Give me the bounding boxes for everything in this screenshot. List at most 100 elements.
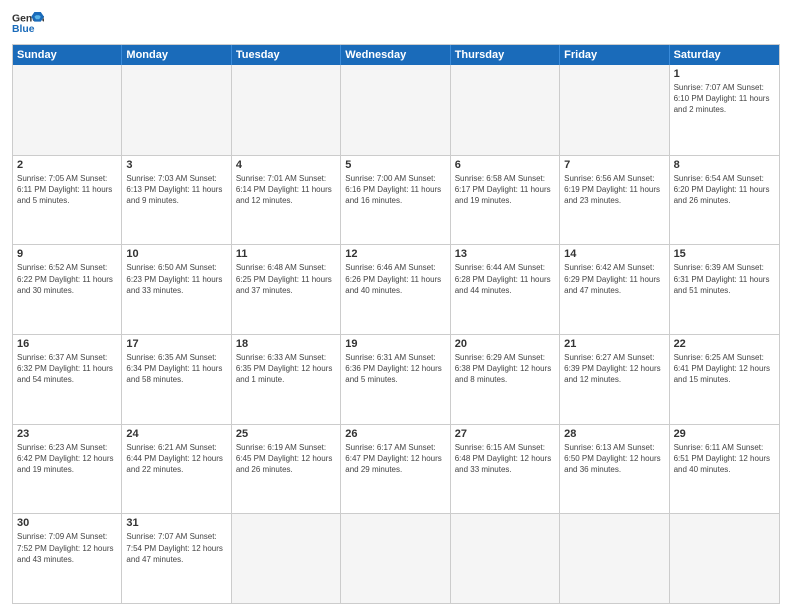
day-number: 16 (17, 338, 117, 350)
day-cell-empty-0-2 (232, 65, 341, 155)
day-cell-26: 26Sunrise: 6:17 AM Sunset: 6:47 PM Dayli… (341, 425, 450, 514)
day-cell-16: 16Sunrise: 6:37 AM Sunset: 6:32 PM Dayli… (13, 335, 122, 424)
day-cell-empty-0-5 (560, 65, 669, 155)
calendar-header: SundayMondayTuesdayWednesdayThursdayFrid… (13, 45, 779, 65)
day-cell-empty-0-1 (122, 65, 231, 155)
day-cell-6: 6 Sunrise: 6:58 AM Sunset: 6:17 PM Daylig… (451, 156, 560, 245)
day-number: 18 (236, 338, 336, 350)
day-cell-2: 2Sunrise: 7:05 AM Sunset: 6:11 PM Daylig… (13, 156, 122, 245)
day-info: Sunrise: 6:52 AM Sunset: 6:22 PM Dayligh… (17, 262, 117, 296)
day-info: Sunrise: 6:42 AM Sunset: 6:29 PM Dayligh… (564, 262, 664, 296)
day-info: Sunrise: 6:46 AM Sunset: 6:26 PM Dayligh… (345, 262, 445, 296)
day-info: Sunrise: 7:03 AM Sunset: 6:13 PM Dayligh… (126, 173, 226, 207)
day-cell-25: 25Sunrise: 6:19 AM Sunset: 6:45 PM Dayli… (232, 425, 341, 514)
day-number: 23 (17, 428, 117, 440)
day-info: Sunrise: 6:35 AM Sunset: 6:34 PM Dayligh… (126, 352, 226, 386)
day-cell-5: 5 Sunrise: 7:00 AM Sunset: 6:16 PM Daylig… (341, 156, 450, 245)
day-info: Sunrise: 7:09 AM Sunset: 7:52 PM Dayligh… (17, 531, 117, 565)
day-info: Sunrise: 6:11 AM Sunset: 6:51 PM Dayligh… (674, 442, 775, 476)
day-info: Sunrise: 6:31 AM Sunset: 6:36 PM Dayligh… (345, 352, 445, 386)
day-cell-19: 19 Sunrise: 6:31 AM Sunset: 6:36 PM Dayli… (341, 335, 450, 424)
day-number: 14 (564, 248, 664, 260)
day-info: Sunrise: 6:48 AM Sunset: 6:25 PM Dayligh… (236, 262, 336, 296)
day-number: 11 (236, 248, 336, 260)
day-cell-11: 11 Sunrise: 6:48 AM Sunset: 6:25 PM Dayli… (232, 245, 341, 334)
day-cell-15: 15Sunrise: 6:39 AM Sunset: 6:31 PM Dayli… (670, 245, 779, 334)
day-info: Sunrise: 6:56 AM Sunset: 6:19 PM Dayligh… (564, 173, 664, 207)
day-cell-empty-5-6 (670, 514, 779, 603)
day-cell-9: 9 Sunrise: 6:52 AM Sunset: 6:22 PM Daylig… (13, 245, 122, 334)
day-header-saturday: Saturday (670, 45, 779, 65)
day-info: Sunrise: 6:33 AM Sunset: 6:35 PM Dayligh… (236, 352, 336, 386)
day-header-friday: Friday (560, 45, 669, 65)
day-number: 24 (126, 428, 226, 440)
day-cell-10: 10Sunrise: 6:50 AM Sunset: 6:23 PM Dayli… (122, 245, 231, 334)
calendar-body: 1Sunrise: 7:07 AM Sunset: 6:10 PM Daylig… (13, 65, 779, 603)
day-cell-21: 21 Sunrise: 6:27 AM Sunset: 6:39 PM Dayli… (560, 335, 669, 424)
day-cell-29: 29 Sunrise: 6:11 AM Sunset: 6:51 PM Dayli… (670, 425, 779, 514)
day-number: 3 (126, 159, 226, 171)
day-info: Sunrise: 7:05 AM Sunset: 6:11 PM Dayligh… (17, 173, 117, 207)
week-row-1: 2Sunrise: 7:05 AM Sunset: 6:11 PM Daylig… (13, 155, 779, 245)
calendar: SundayMondayTuesdayWednesdayThursdayFrid… (12, 44, 780, 604)
day-number: 6 (455, 159, 555, 171)
day-number: 27 (455, 428, 555, 440)
day-cell-empty-0-4 (451, 65, 560, 155)
day-number: 13 (455, 248, 555, 260)
day-cell-empty-5-2 (232, 514, 341, 603)
day-cell-30: 30Sunrise: 7:09 AM Sunset: 7:52 PM Dayli… (13, 514, 122, 603)
day-info: Sunrise: 7:07 AM Sunset: 6:10 PM Dayligh… (674, 82, 775, 116)
day-info: Sunrise: 7:00 AM Sunset: 6:16 PM Dayligh… (345, 173, 445, 207)
day-header-thursday: Thursday (451, 45, 560, 65)
day-cell-empty-0-0 (13, 65, 122, 155)
day-number: 8 (674, 159, 775, 171)
day-info: Sunrise: 6:13 AM Sunset: 6:50 PM Dayligh… (564, 442, 664, 476)
day-info: Sunrise: 6:29 AM Sunset: 6:38 PM Dayligh… (455, 352, 555, 386)
day-cell-27: 27 Sunrise: 6:15 AM Sunset: 6:48 PM Dayli… (451, 425, 560, 514)
day-cell-31: 31Sunrise: 7:07 AM Sunset: 7:54 PM Dayli… (122, 514, 231, 603)
day-number: 12 (345, 248, 445, 260)
day-cell-4: 4Sunrise: 7:01 AM Sunset: 6:14 PM Daylig… (232, 156, 341, 245)
day-cell-22: 22Sunrise: 6:25 AM Sunset: 6:41 PM Dayli… (670, 335, 779, 424)
logo-icon: General Blue (12, 10, 44, 38)
day-cell-7: 7Sunrise: 6:56 AM Sunset: 6:19 PM Daylig… (560, 156, 669, 245)
svg-text:Blue: Blue (12, 24, 35, 35)
day-info: Sunrise: 6:19 AM Sunset: 6:45 PM Dayligh… (236, 442, 336, 476)
day-number: 9 (17, 248, 117, 260)
day-info: Sunrise: 6:17 AM Sunset: 6:47 PM Dayligh… (345, 442, 445, 476)
day-number: 29 (674, 428, 775, 440)
day-cell-empty-5-4 (451, 514, 560, 603)
day-info: Sunrise: 6:58 AM Sunset: 6:17 PM Dayligh… (455, 173, 555, 207)
day-cell-24: 24 Sunrise: 6:21 AM Sunset: 6:44 PM Dayli… (122, 425, 231, 514)
day-cell-empty-5-3 (341, 514, 450, 603)
day-cell-empty-5-5 (560, 514, 669, 603)
day-number: 28 (564, 428, 664, 440)
day-info: Sunrise: 6:21 AM Sunset: 6:44 PM Dayligh… (126, 442, 226, 476)
page: General Blue SundayMondayTuesdayWednesda… (0, 0, 792, 612)
day-cell-17: 17Sunrise: 6:35 AM Sunset: 6:34 PM Dayli… (122, 335, 231, 424)
day-info: Sunrise: 6:27 AM Sunset: 6:39 PM Dayligh… (564, 352, 664, 386)
header: General Blue (12, 10, 780, 38)
day-number: 20 (455, 338, 555, 350)
day-header-wednesday: Wednesday (341, 45, 450, 65)
day-header-monday: Monday (122, 45, 231, 65)
day-info: Sunrise: 7:01 AM Sunset: 6:14 PM Dayligh… (236, 173, 336, 207)
day-cell-8: 8 Sunrise: 6:54 AM Sunset: 6:20 PM Daylig… (670, 156, 779, 245)
day-number: 21 (564, 338, 664, 350)
day-info: Sunrise: 6:23 AM Sunset: 6:42 PM Dayligh… (17, 442, 117, 476)
day-number: 19 (345, 338, 445, 350)
day-info: Sunrise: 6:15 AM Sunset: 6:48 PM Dayligh… (455, 442, 555, 476)
day-number: 5 (345, 159, 445, 171)
day-number: 22 (674, 338, 775, 350)
day-header-tuesday: Tuesday (232, 45, 341, 65)
day-cell-12: 12 Sunrise: 6:46 AM Sunset: 6:26 PM Dayli… (341, 245, 450, 334)
day-cell-14: 14 Sunrise: 6:42 AM Sunset: 6:29 PM Dayli… (560, 245, 669, 334)
day-info: Sunrise: 6:44 AM Sunset: 6:28 PM Dayligh… (455, 262, 555, 296)
day-header-sunday: Sunday (13, 45, 122, 65)
week-row-5: 30Sunrise: 7:09 AM Sunset: 7:52 PM Dayli… (13, 513, 779, 603)
day-number: 10 (126, 248, 226, 260)
day-cell-3: 3 Sunrise: 7:03 AM Sunset: 6:13 PM Daylig… (122, 156, 231, 245)
day-info: Sunrise: 6:54 AM Sunset: 6:20 PM Dayligh… (674, 173, 775, 207)
day-cell-23: 23 Sunrise: 6:23 AM Sunset: 6:42 PM Dayli… (13, 425, 122, 514)
week-row-4: 23 Sunrise: 6:23 AM Sunset: 6:42 PM Dayli… (13, 424, 779, 514)
